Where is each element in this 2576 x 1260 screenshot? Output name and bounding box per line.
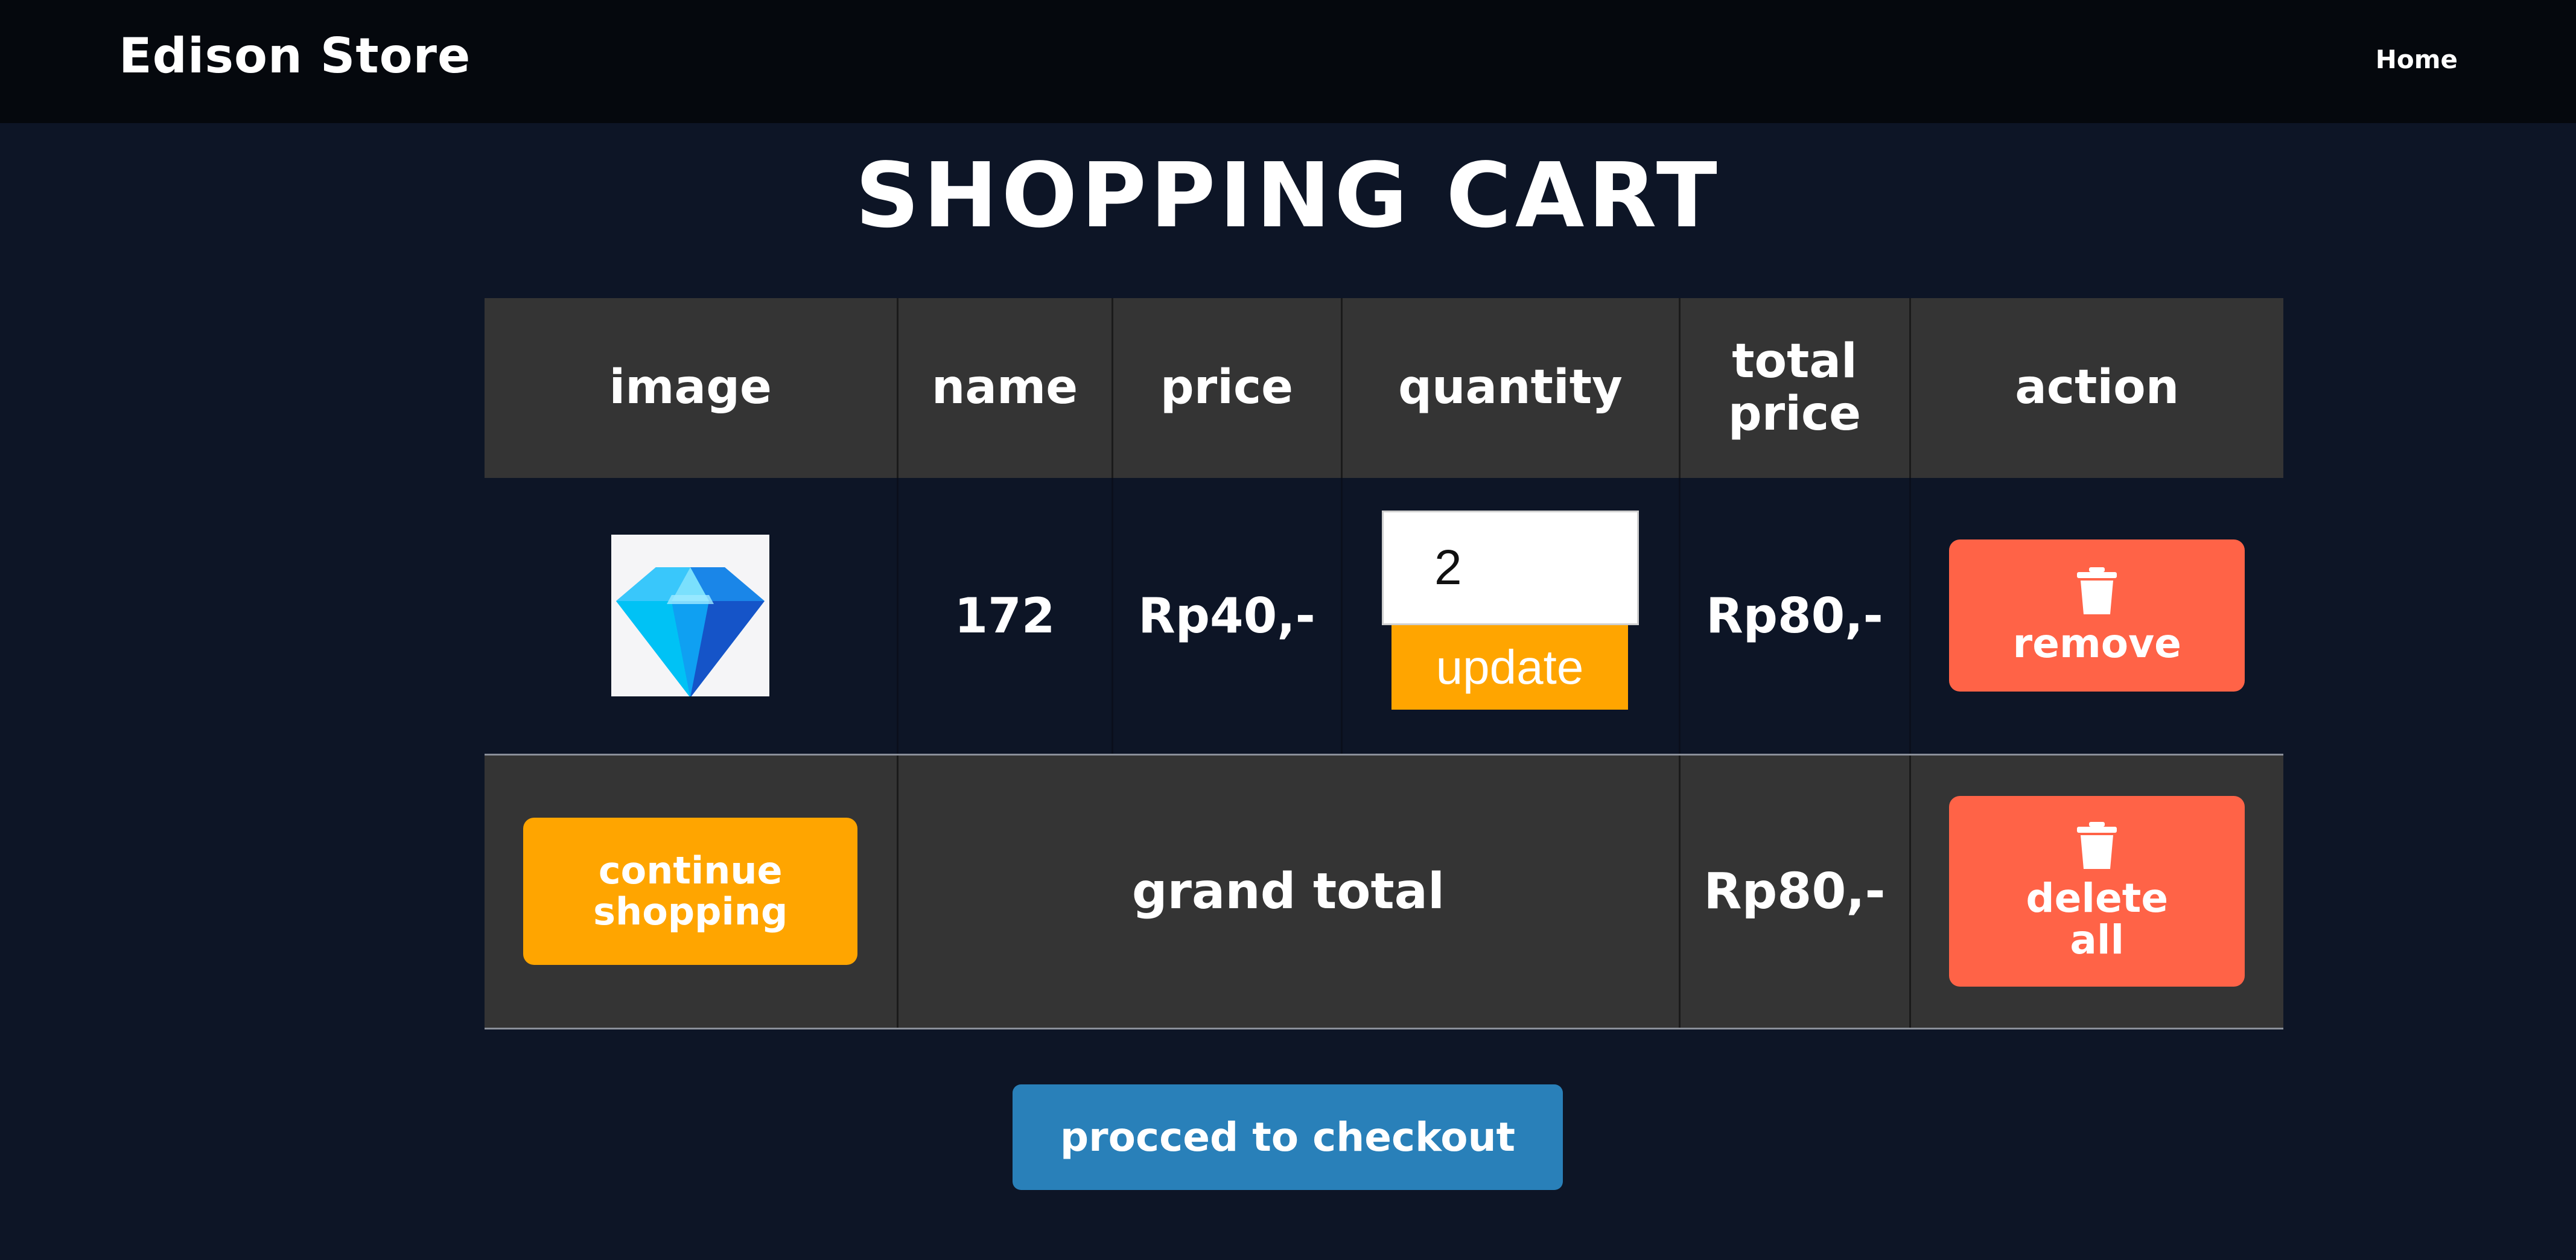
grand-total-label: grand total bbox=[897, 754, 1681, 1029]
quantity-form: update bbox=[1382, 510, 1639, 710]
trash-icon bbox=[2077, 567, 2117, 614]
header-image: image bbox=[485, 298, 898, 478]
delete-all-cell: delete all bbox=[1910, 754, 2283, 1029]
header-name: name bbox=[897, 298, 1113, 478]
delete-all-button[interactable]: delete all bbox=[1949, 796, 2245, 987]
checkout-button[interactable]: procced to checkout bbox=[1013, 1084, 1563, 1190]
quantity-input[interactable] bbox=[1382, 510, 1639, 625]
product-name: 172 bbox=[897, 478, 1113, 756]
nav-home-link[interactable]: Home bbox=[2376, 45, 2458, 74]
header-price: price bbox=[1112, 298, 1343, 478]
header-quantity: quantity bbox=[1341, 298, 1681, 478]
grand-total-row: continue shopping grand total Rp80,- del… bbox=[485, 754, 2283, 1029]
update-button[interactable]: update bbox=[1391, 625, 1628, 710]
page-title: SHOPPING CART bbox=[855, 144, 1721, 247]
continue-cell: continue shopping bbox=[485, 754, 898, 1029]
cart-table: image name price quantity total price ac… bbox=[485, 298, 2283, 1029]
grand-total-value: Rp80,- bbox=[1679, 754, 1911, 1029]
action-cell: remove bbox=[1910, 478, 2283, 756]
trash-icon bbox=[2077, 821, 2117, 869]
table-header-row: image name price quantity total price ac… bbox=[485, 298, 2283, 478]
product-total-price: Rp80,- bbox=[1679, 478, 1911, 756]
remove-label: remove bbox=[2012, 620, 2181, 667]
diamond-icon bbox=[611, 535, 770, 698]
remove-button[interactable]: remove bbox=[1949, 539, 2245, 692]
quantity-cell: update bbox=[1341, 478, 1681, 756]
header-total-price: total price bbox=[1679, 298, 1911, 478]
delete-all-label: delete all bbox=[2026, 874, 2169, 963]
continue-shopping-button[interactable]: continue shopping bbox=[523, 818, 858, 965]
product-image-cell bbox=[485, 478, 898, 756]
header-action: action bbox=[1910, 298, 2283, 478]
brand-logo[interactable]: Edison Store bbox=[119, 28, 471, 84]
navbar: Edison Store Home bbox=[0, 0, 2576, 123]
product-price: Rp40,- bbox=[1112, 478, 1343, 756]
table-row: 172 Rp40,- update Rp80,- remove bbox=[485, 478, 2283, 756]
